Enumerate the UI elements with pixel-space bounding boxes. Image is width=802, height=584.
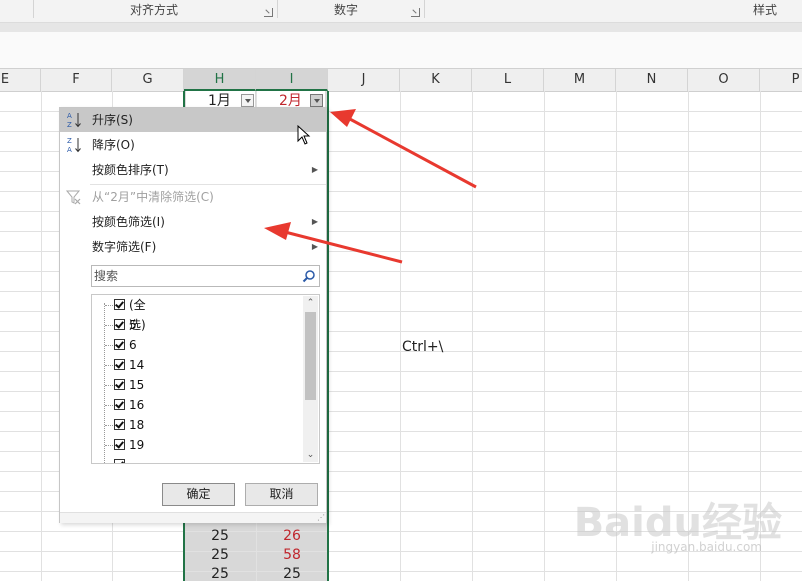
checkbox[interactable] xyxy=(114,339,125,350)
ribbon-group-number: 数字 xyxy=(333,3,358,17)
checkbox[interactable] xyxy=(114,399,125,410)
column-header-j[interactable]: J xyxy=(328,69,400,91)
column-header-n[interactable]: N xyxy=(616,69,688,91)
search-box[interactable] xyxy=(91,265,320,287)
mouse-cursor-icon xyxy=(297,125,311,145)
sort-ascending-icon: A Z xyxy=(67,112,81,129)
svg-text:Z: Z xyxy=(67,121,72,129)
column-header-k[interactable]: K xyxy=(400,69,472,91)
list-scrollbar[interactable]: ⌃ ⌄ xyxy=(303,296,318,462)
column-headers: E F G H I J K L M N O P xyxy=(0,69,802,92)
column-header-g[interactable]: G xyxy=(112,69,184,91)
watermark-url: jingyan.baidu.com xyxy=(651,540,762,554)
filter-by-color-label: 按颜色筛选(I) xyxy=(92,215,165,229)
checkbox[interactable] xyxy=(114,459,125,463)
sort-descending-label: 降序(O) xyxy=(92,138,135,152)
checkbox[interactable] xyxy=(114,439,125,450)
cell-note-shortcut[interactable]: Ctrl+\ xyxy=(402,339,443,355)
cell-h-value[interactable]: 25 xyxy=(184,565,256,584)
ribbon-group-styles: 样式 xyxy=(752,3,777,17)
menu-item-sort-descending[interactable]: Z A 降序(O) xyxy=(60,133,326,157)
scroll-thumb[interactable] xyxy=(305,312,316,400)
filter-dropdown-i-icon[interactable] xyxy=(310,94,323,107)
cell-i-value[interactable]: 25 xyxy=(256,565,328,584)
sort-by-color-label: 按颜色排序(T) xyxy=(92,163,169,177)
submenu-arrow-icon: ▶ xyxy=(311,165,318,174)
cell-h-value[interactable]: 25 xyxy=(184,546,256,565)
ribbon-group-labels: 对齐方式 数字 样式 xyxy=(0,0,802,23)
resize-grip-icon[interactable]: ⋰ xyxy=(317,513,325,522)
column-header-m[interactable]: M xyxy=(544,69,616,91)
menu-item-sort-ascending[interactable]: A Z 升序(S) xyxy=(60,108,326,132)
filter-dropdown-h-icon[interactable] xyxy=(241,94,254,107)
ribbon-separator xyxy=(424,0,425,18)
autofilter-menu: A Z 升序(S) Z A 降序(O) 按颜色排序(T) ▶ 从“2月”中清除筛… xyxy=(59,107,327,523)
clear-filter-label: 从“2月”中清除筛选(C) xyxy=(92,190,214,204)
filter-values-list[interactable]: (全选) 5 6 14 15 16 18 19 ⌃ ⌄ xyxy=(91,294,320,464)
column-header-l[interactable]: L xyxy=(472,69,544,91)
clear-filter-icon xyxy=(66,190,81,205)
scroll-up-icon[interactable]: ⌃ xyxy=(303,296,318,310)
cell-i-value[interactable]: 58 xyxy=(256,546,328,565)
search-input[interactable] xyxy=(94,267,294,285)
checkbox[interactable] xyxy=(114,319,125,330)
cancel-button[interactable]: 取消 xyxy=(245,483,318,506)
alignment-dialog-launcher-icon[interactable] xyxy=(264,8,273,17)
ribbon-group-alignment: 对齐方式 xyxy=(129,3,178,17)
column-header-h[interactable]: H xyxy=(184,69,256,91)
ok-button[interactable]: 确定 xyxy=(162,483,235,506)
cell-i-value[interactable]: 26 xyxy=(256,527,328,546)
menu-item-number-filter[interactable]: 数字筛选(F) ▶ xyxy=(60,235,326,259)
menu-item-filter-by-color[interactable]: 按颜色筛选(I) ▶ xyxy=(60,210,326,234)
number-filter-label: 数字筛选(F) xyxy=(92,240,157,254)
menu-item-clear-filter[interactable]: 从“2月”中清除筛选(C) xyxy=(60,185,326,209)
column-header-f[interactable]: F xyxy=(41,69,112,91)
svg-text:A: A xyxy=(67,112,72,120)
sort-ascending-label: 升序(S) xyxy=(92,113,133,127)
ribbon-divider xyxy=(0,23,802,32)
checkbox[interactable] xyxy=(114,359,125,370)
svg-text:Z: Z xyxy=(67,137,72,145)
svg-text:A: A xyxy=(67,146,72,154)
panel-resize-bar[interactable]: ⋰ xyxy=(60,512,326,523)
formula-bar-area[interactable] xyxy=(0,32,802,69)
submenu-arrow-icon: ▶ xyxy=(311,217,318,226)
column-header-p[interactable]: P xyxy=(760,69,802,91)
search-icon[interactable] xyxy=(302,269,316,283)
column-header-i[interactable]: I xyxy=(256,69,328,91)
menu-item-sort-by-color[interactable]: 按颜色排序(T) ▶ xyxy=(60,158,326,182)
checkbox[interactable] xyxy=(114,299,125,310)
tree-connector xyxy=(104,303,105,463)
column-header-o[interactable]: O xyxy=(688,69,760,91)
submenu-arrow-icon: ▶ xyxy=(311,242,318,251)
sort-descending-icon: Z A xyxy=(67,137,81,154)
number-dialog-launcher-icon[interactable] xyxy=(411,8,420,17)
checkbox[interactable] xyxy=(114,379,125,390)
column-header-e[interactable]: E xyxy=(0,69,41,91)
scroll-down-icon[interactable]: ⌄ xyxy=(303,448,318,462)
cell-h-value[interactable]: 25 xyxy=(184,527,256,546)
checkbox[interactable] xyxy=(114,419,125,430)
